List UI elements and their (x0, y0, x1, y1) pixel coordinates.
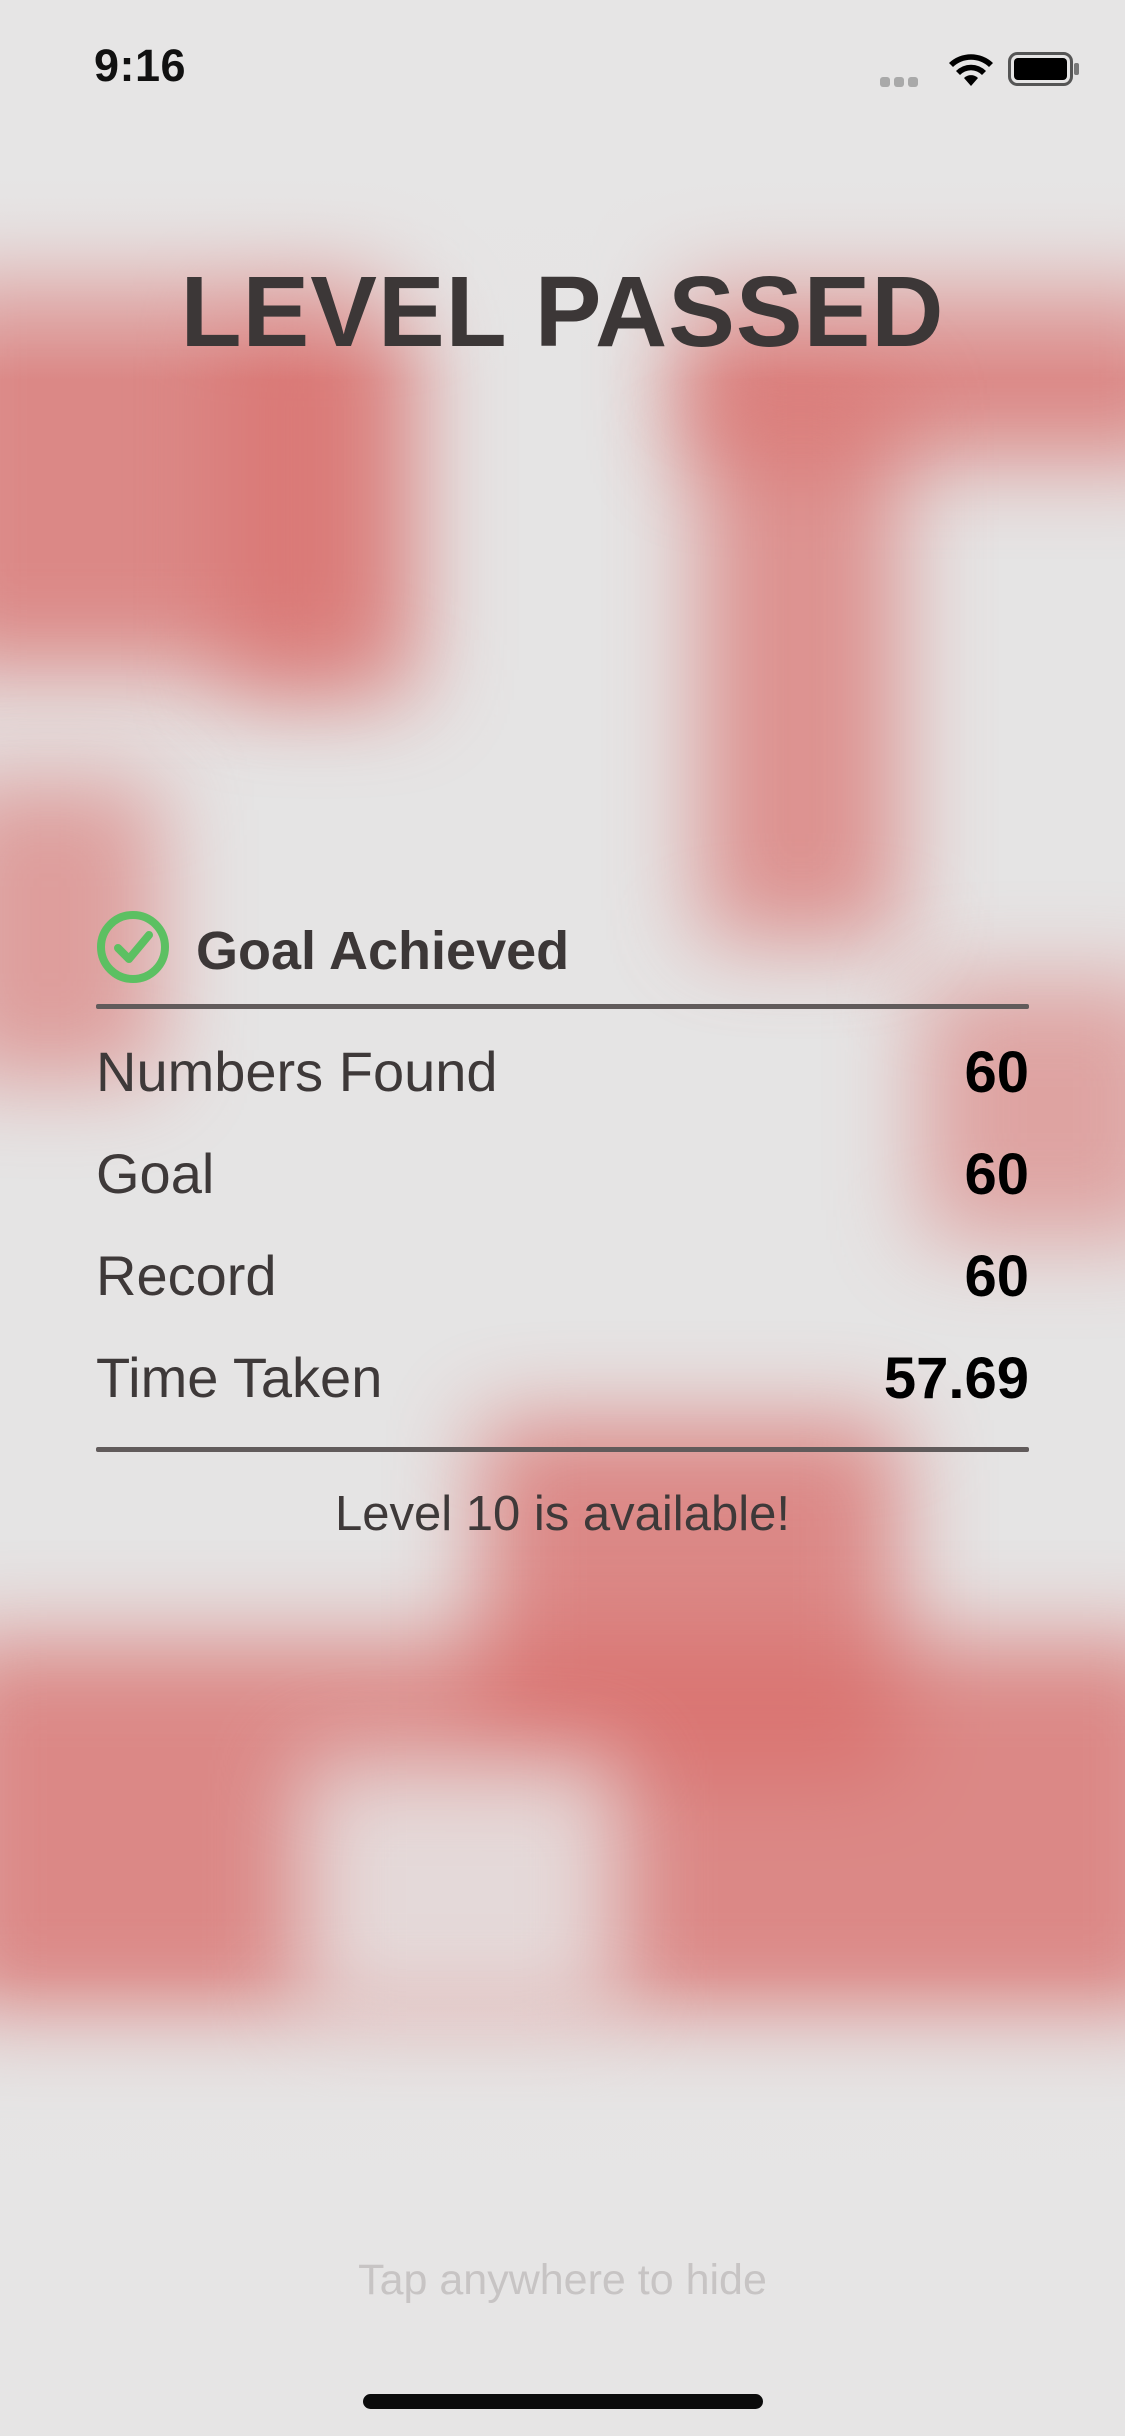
goal-status: Goal Achieved (96, 908, 1029, 988)
divider (96, 1004, 1029, 1009)
stat-label: Time Taken (96, 1346, 383, 1409)
stat-value: 57.69 (883, 1346, 1029, 1411)
stat-label: Record (96, 1244, 277, 1307)
status-time: 9:16 (94, 40, 187, 91)
stat-row-time-taken: Time Taken 57.69 (96, 1345, 1029, 1447)
stat-value: 60 (964, 1142, 1029, 1207)
cellular-signal-icon (880, 74, 932, 87)
status-bar: 9:16 (0, 0, 1125, 132)
stat-row-numbers-found: Numbers Found 60 (96, 1039, 1029, 1141)
stat-label: Numbers Found (96, 1040, 498, 1103)
stat-row-goal: Goal 60 (96, 1141, 1029, 1243)
divider (96, 1447, 1029, 1452)
results-panel: Goal Achieved Numbers Found 60 Goal 60 R… (96, 908, 1029, 1542)
page-title: LEVEL PASSED (180, 256, 945, 368)
stat-value: 60 (964, 1040, 1029, 1105)
goal-status-label: Goal Achieved (196, 921, 570, 981)
stats-list: Numbers Found 60 Goal 60 Record 60 Time … (96, 1039, 1029, 1447)
home-indicator[interactable] (363, 2394, 763, 2409)
tap-to-hide-hint[interactable]: Tap anywhere to hide (0, 2256, 1125, 2305)
stat-row-record: Record 60 (96, 1243, 1029, 1345)
checkmark-circle-icon (97, 911, 169, 983)
bottom-fade-overlay (0, 1976, 1125, 2436)
stat-label: Goal (96, 1142, 215, 1205)
background-tile (700, 380, 900, 940)
battery-icon (1008, 52, 1079, 86)
wifi-icon (949, 54, 993, 86)
level-unlock-message: Level 10 is available! (335, 1487, 790, 1541)
stat-value: 60 (964, 1244, 1029, 1309)
